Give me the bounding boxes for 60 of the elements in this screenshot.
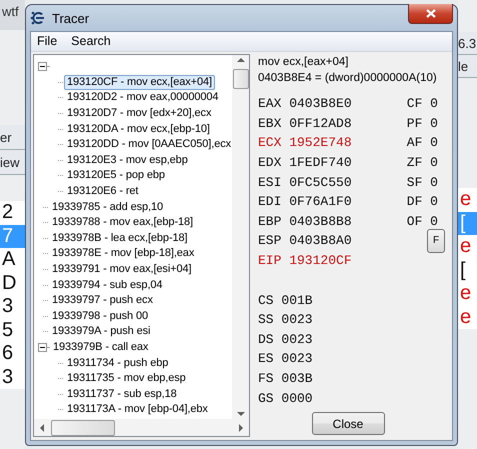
table-cell: 7 — [0, 224, 25, 248]
register-value: EBP 0403B8B8 — [258, 214, 352, 229]
right-arrow-icon[interactable] — [236, 424, 246, 432]
table-cell: D — [0, 272, 25, 295]
register-value: ESP 0403B8A0 — [258, 233, 352, 248]
window-title: wtf — [0, 0, 25, 30]
table-cell: e — [458, 306, 477, 329]
segment-register: DS 0023 — [258, 332, 313, 347]
table-cell: A — [0, 248, 25, 272]
horizontal-scrollbar[interactable] — [34, 419, 249, 436]
register-value: EDI 0F76A1F0 — [258, 194, 352, 210]
flag-value: SF 0 — [406, 174, 438, 190]
table-cell: 5 — [0, 318, 25, 342]
table-cell: [ — [458, 212, 477, 235]
table-cell: e — [458, 282, 477, 306]
register-value: EIP 193120CF — [258, 253, 352, 268]
table-cell: 3 — [0, 295, 25, 318]
flag-value: ZF 0 — [406, 155, 438, 170]
down-arrow-icon[interactable] — [236, 409, 244, 419]
flag-value: DF 0 — [406, 194, 438, 210]
column-header: le — [458, 55, 477, 78]
register-value: EDX 1FEDF740 — [258, 155, 352, 170]
table-cell: 3 — [0, 366, 25, 389]
window-title: Tracer — [52, 10, 90, 26]
tab[interactable]: er — [0, 125, 25, 150]
register-value: ECX 1952E748 — [258, 135, 352, 150]
register-value: ESI 0FC5C550 — [258, 174, 352, 190]
tab[interactable]: iew — [0, 150, 25, 175]
register-value: EBX 0FF12AD8 — [258, 116, 352, 131]
flag-value: OF 0 — [406, 214, 438, 229]
version-text: 6.3 — [458, 32, 477, 55]
flag-value: CF 0 — [406, 96, 438, 112]
close-button[interactable] — [408, 4, 453, 24]
flag-value: AF 0 — [406, 135, 438, 150]
segment-register: SS 0023 — [258, 312, 313, 328]
table-cell: e — [458, 235, 477, 258]
tree-item[interactable]: 193120CF - mov ecx,[eax+04] — [64, 74, 215, 90]
close-button[interactable]: Close — [312, 412, 384, 435]
table-cell: [ — [458, 258, 477, 282]
memory-value: 0403B8E4 = (dword)0000000A(10) — [258, 71, 438, 86]
scrollbar-thumb[interactable] — [51, 420, 115, 436]
close-icon — [426, 9, 436, 18]
segment-register: GS 0000 — [258, 390, 313, 406]
collapse-icon[interactable] — [38, 342, 47, 352]
up-arrow-icon[interactable] — [236, 55, 244, 65]
table-cell: e — [458, 188, 477, 212]
register-value: EAX 0403B8E0 — [258, 96, 352, 112]
table-cell: 2 — [0, 201, 25, 224]
flag-value: PF 0 — [406, 116, 438, 131]
segment-register: FS 003B — [258, 371, 313, 386]
table-cell: 6 — [0, 342, 25, 366]
flags-button[interactable]: F — [427, 228, 445, 253]
instruction-text: mov ecx,[eax+04] — [258, 55, 350, 70]
menu-item[interactable]: File — [31, 32, 64, 51]
scrollbar-thumb[interactable] — [232, 69, 248, 89]
segment-register: CS 001B — [258, 292, 313, 308]
menu-item[interactable]: Search — [65, 32, 117, 51]
segment-register: ES 0023 — [258, 351, 313, 366]
vertical-scrollbar[interactable] — [232, 55, 249, 419]
collapse-icon[interactable] — [38, 62, 47, 72]
